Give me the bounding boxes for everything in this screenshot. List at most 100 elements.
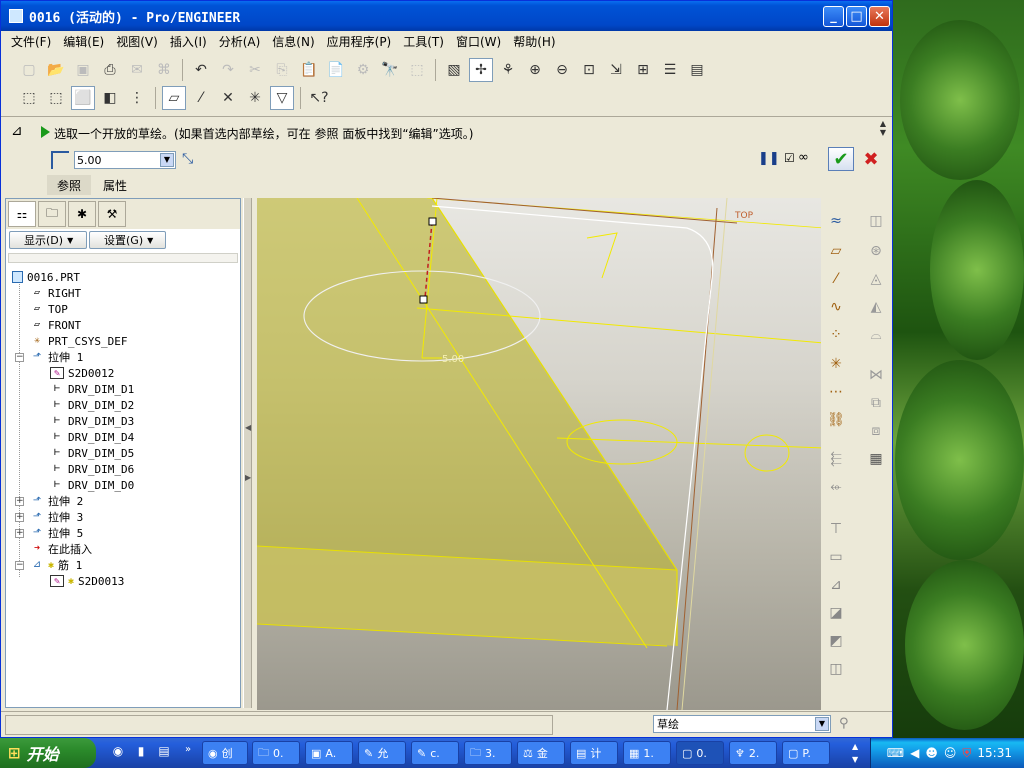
trim-icon[interactable]: ⧈ (864, 420, 888, 442)
save-icon[interactable]: ▣ (71, 58, 95, 82)
expand-icon[interactable]: + (15, 529, 24, 538)
copy-geom-icon[interactable]: ⬱ (824, 448, 848, 470)
taskbar-item[interactable]: ♆ 2. (729, 741, 777, 765)
undo-icon[interactable]: ↶ (189, 58, 213, 82)
blend-icon[interactable]: ◭ (864, 296, 888, 318)
keyboard-icon[interactable]: ⌨ (887, 746, 904, 760)
show-dropdown-button[interactable]: 显示(D) ▼ (9, 231, 87, 249)
collapse-icon[interactable]: − (15, 353, 24, 362)
chevron-down-icon[interactable]: ▼ (815, 717, 829, 731)
spin-center-icon[interactable]: ✢ (469, 58, 493, 82)
shell-tool-icon[interactable]: ▭ (824, 546, 848, 568)
taskbar-scroll-icon[interactable]: ▲ ▼ (852, 740, 858, 766)
pause-icon[interactable]: ❚❚ (758, 151, 780, 166)
tree-item-sketch-12[interactable]: ✎ S2D0012 (50, 365, 114, 381)
context-help-icon[interactable]: ↖? (307, 86, 331, 110)
menu-applications[interactable]: 应用程序(P) (321, 33, 398, 50)
pattern-icon[interactable]: ▦ (864, 448, 888, 470)
model-tree-toggle-icon[interactable]: ⋮ (125, 86, 149, 110)
chain-tool-icon[interactable]: ⛓ (824, 409, 848, 431)
datum-axis-display-icon[interactable]: ⁄ (189, 86, 213, 110)
tree-item-dim[interactable]: ⊢ DRV_DIM_D3 (50, 413, 134, 429)
cancel-x-button[interactable]: ✖ (860, 147, 882, 171)
settings-dropdown-button[interactable]: 设置(G) ▼ (89, 231, 166, 249)
rib-tool-icon[interactable]: ⊿ (824, 574, 848, 596)
repaint-icon[interactable]: ▧ (442, 58, 466, 82)
tree-item-dim[interactable]: ⊢ DRV_DIM_D0 (50, 477, 134, 493)
tab-references[interactable]: 参照 (47, 175, 92, 195)
panel-splitter[interactable]: ◀ ▶ (243, 198, 252, 708)
graphics-window[interactable]: 5.00 TOP (254, 198, 821, 710)
tray-expand-icon[interactable]: ◀ (910, 746, 919, 760)
user-icon[interactable]: ☺ (944, 746, 957, 760)
chamfer-tool-icon[interactable]: ◩ (824, 630, 848, 652)
analysis-tool-icon[interactable]: ⋯ (824, 381, 848, 403)
tree-item-insert-here[interactable]: ➜ 在此插入 (30, 541, 92, 557)
wireframe-icon[interactable]: ⬚ (17, 86, 41, 110)
expand-panel-icon[interactable]: ▶ (245, 473, 251, 482)
tree-item-dim[interactable]: ⊢ DRV_DIM_D1 (50, 381, 134, 397)
select-box-icon[interactable]: ⬚ (405, 58, 429, 82)
folder-browser-tab-icon[interactable]: 🗀 (38, 201, 66, 227)
tree-item-sketch-13[interactable]: ✎ ✱ S2D0013 (50, 573, 124, 589)
datum-plane-display-icon[interactable]: ▱ (162, 86, 186, 110)
menu-file[interactable]: 文件(F) (5, 33, 57, 50)
tree-item-extrude-1[interactable]: ⬏ 拉伸 1 (30, 349, 83, 365)
taskbar-item[interactable]: ✎ 允 (358, 741, 406, 765)
menu-help[interactable]: 帮助(H) (507, 33, 561, 50)
taskbar-item[interactable]: ⚖ 金 (517, 741, 565, 765)
sweep-icon[interactable]: ◬ (864, 268, 888, 290)
preview-checkbox[interactable]: ☑ (784, 151, 795, 165)
favorites-tab-icon[interactable]: ✱ (68, 201, 96, 227)
chevron-down-icon[interactable]: ▼ (160, 153, 174, 167)
apply-check-button[interactable]: ✔ (828, 147, 854, 171)
menu-edit[interactable]: 编辑(E) (57, 33, 110, 50)
maximize-button[interactable]: □ (846, 6, 867, 27)
minimize-button[interactable]: _ (823, 6, 844, 27)
connections-tab-icon[interactable]: ⚒ (98, 201, 126, 227)
tree-item-extrude-5[interactable]: ⬏ 拉伸 5 (30, 525, 83, 541)
menu-insert[interactable]: 插入(I) (164, 33, 213, 50)
quicklaunch-more-icon[interactable]: » (180, 744, 196, 760)
datum-curve-tool-icon[interactable]: ∿ (824, 296, 848, 318)
tree-item-right[interactable]: ▱ RIGHT (30, 285, 81, 301)
taskbar-item[interactable]: ✎ c. (411, 741, 459, 765)
tree-item-part[interactable]: 0016.PRT (12, 269, 80, 285)
tree-item-extrude-3[interactable]: ⬏ 拉伸 3 (30, 509, 83, 525)
hole-feature-icon[interactable]: ◫ (864, 210, 888, 232)
tree-item-front[interactable]: ▱ FRONT (30, 317, 81, 333)
hidden-line-icon[interactable]: ⬚ (44, 86, 68, 110)
tree-item-dim[interactable]: ⊢ DRV_DIM_D6 (50, 461, 134, 477)
datum-point-tool-icon[interactable]: ⁘ (824, 324, 848, 346)
taskbar-item[interactable]: ▤ 计 (570, 741, 618, 765)
paste-icon[interactable]: 📋 (297, 58, 321, 82)
print-icon[interactable]: ⎙ (98, 58, 122, 82)
quicklaunch-icon[interactable]: ▮ (133, 744, 149, 760)
refit-icon[interactable]: ⊡ (577, 58, 601, 82)
datum-top-label[interactable]: TOP (734, 211, 754, 221)
collapse-icon[interactable]: − (15, 561, 24, 570)
tree-item-dim[interactable]: ⊢ DRV_DIM_D5 (50, 445, 134, 461)
expand-icon[interactable]: + (15, 497, 24, 506)
collapse-panel-icon[interactable]: ◀ (245, 423, 251, 432)
tree-item-dim[interactable]: ⊢ DRV_DIM_D4 (50, 429, 134, 445)
merge-icon[interactable]: ⧉ (864, 392, 888, 414)
shrinkwrap-icon[interactable]: ⬰ (824, 476, 848, 498)
flip-thickness-icon[interactable]: ⤡ (182, 151, 193, 167)
menu-view[interactable]: 视图(V) (110, 33, 164, 50)
paste-special-icon[interactable]: 📄 (324, 58, 348, 82)
taskbar-item[interactable]: ◉ 创 (202, 741, 248, 765)
mirror-icon[interactable]: ⋈ (864, 364, 888, 386)
menu-info[interactable]: 信息(N) (266, 33, 320, 50)
taskbar-item[interactable]: ▣ A. (305, 741, 353, 765)
quicklaunch-icon[interactable]: ◉ (110, 744, 126, 760)
menu-window[interactable]: 窗口(W) (450, 33, 507, 50)
model-tree-tab-icon[interactable]: ⚏ (8, 201, 36, 227)
tab-properties[interactable]: 属性 (93, 175, 137, 195)
glasses-icon[interactable]: ∞ (798, 150, 809, 165)
revolve-icon[interactable]: ⊛ (864, 240, 888, 262)
start-button[interactable]: ⊞ 开始 (0, 738, 96, 768)
selection-filter-select[interactable]: 草绘 ▼ (653, 715, 831, 733)
menu-tools[interactable]: 工具(T) (397, 33, 450, 50)
email-icon[interactable]: ✉ (125, 58, 149, 82)
